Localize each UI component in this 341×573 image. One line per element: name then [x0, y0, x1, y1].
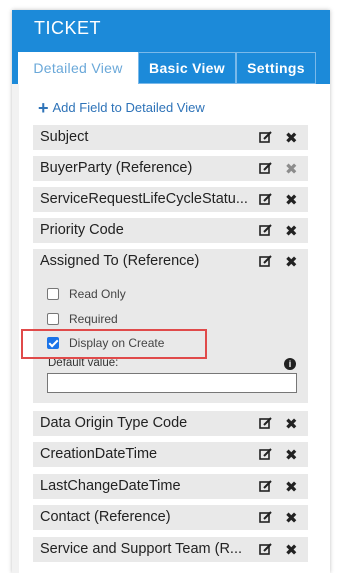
- panel-title: TICKET: [34, 18, 102, 38]
- field-label: Priority Code: [40, 222, 124, 238]
- field-label: BuyerParty (Reference): [40, 160, 193, 176]
- delete-icon: ✖: [285, 161, 298, 178]
- field-row-subject: Subject ✖: [33, 125, 308, 151]
- required-checkbox[interactable]: [47, 313, 59, 325]
- field-row-service-team: Service and Support Team (R... ✖: [33, 537, 308, 563]
- delete-icon[interactable]: ✖: [285, 129, 298, 147]
- read-only-checkbox[interactable]: [47, 288, 59, 300]
- field-row-data-origin: Data Origin Type Code ✖: [33, 411, 308, 437]
- field-row-buyer-party: BuyerParty (Reference) ✖: [33, 156, 308, 182]
- delete-icon[interactable]: ✖: [285, 191, 298, 209]
- delete-icon[interactable]: ✖: [285, 509, 298, 527]
- tab-detailed-view[interactable]: Detailed View: [18, 52, 138, 84]
- field-row-assigned-to: Assigned To (Reference) ✖: [33, 249, 308, 277]
- delete-icon[interactable]: ✖: [285, 222, 298, 240]
- add-field-label: Add Field to Detailed View: [52, 100, 205, 115]
- delete-icon[interactable]: ✖: [285, 415, 298, 433]
- delete-icon[interactable]: ✖: [285, 253, 298, 271]
- edit-icon[interactable]: [259, 543, 272, 556]
- edit-icon[interactable]: [259, 162, 272, 175]
- field-label: Data Origin Type Code: [40, 415, 188, 431]
- field-label: Contact (Reference): [40, 509, 171, 525]
- read-only-option[interactable]: Read Only: [47, 287, 126, 301]
- field-label: ServiceRequestLifeCycleStatu...: [40, 191, 248, 207]
- field-label: Assigned To (Reference): [40, 253, 200, 269]
- edit-icon[interactable]: [259, 480, 272, 493]
- field-row-contact: Contact (Reference) ✖: [33, 505, 308, 531]
- field-row-priority-code: Priority Code ✖: [33, 218, 308, 244]
- panel-header: TICKET Detailed View Basic View Settings: [12, 10, 330, 84]
- edit-icon[interactable]: [259, 224, 272, 237]
- edit-icon[interactable]: [259, 417, 272, 430]
- tab-bar: Detailed View Basic View Settings: [18, 52, 316, 84]
- delete-icon[interactable]: ✖: [285, 478, 298, 496]
- ticket-panel: TICKET Detailed View Basic View Settings…: [12, 10, 330, 573]
- highlight-box: [21, 329, 207, 359]
- required-option[interactable]: Required: [47, 312, 118, 326]
- field-label: Service and Support Team (R...: [40, 541, 243, 557]
- plus-icon: +: [38, 97, 49, 118]
- field-row-last-change: LastChangeDateTime ✖: [33, 474, 308, 500]
- delete-icon[interactable]: ✖: [285, 541, 298, 559]
- edit-icon[interactable]: [259, 511, 272, 524]
- read-only-label: Read Only: [69, 287, 126, 301]
- field-row-lifecycle-status: ServiceRequestLifeCycleStatu... ✖: [33, 187, 308, 213]
- edit-icon[interactable]: [259, 255, 272, 268]
- field-label: LastChangeDateTime: [40, 478, 181, 494]
- required-label: Required: [69, 312, 118, 326]
- info-icon[interactable]: i: [284, 358, 296, 370]
- tab-settings[interactable]: Settings: [236, 52, 316, 84]
- field-label: Subject: [40, 129, 89, 145]
- field-label: CreationDateTime: [40, 446, 158, 462]
- default-value-input[interactable]: [47, 373, 297, 393]
- detailed-view-content: + Add Field to Detailed View Subject ✖ B…: [19, 84, 330, 573]
- edit-icon[interactable]: [259, 131, 272, 144]
- add-field-link[interactable]: + Add Field to Detailed View: [38, 97, 205, 118]
- tab-basic-view[interactable]: Basic View: [138, 52, 236, 84]
- field-row-creation-datetime: CreationDateTime ✖: [33, 442, 308, 468]
- edit-icon[interactable]: [259, 448, 272, 461]
- delete-icon[interactable]: ✖: [285, 446, 298, 464]
- edit-icon[interactable]: [259, 193, 272, 206]
